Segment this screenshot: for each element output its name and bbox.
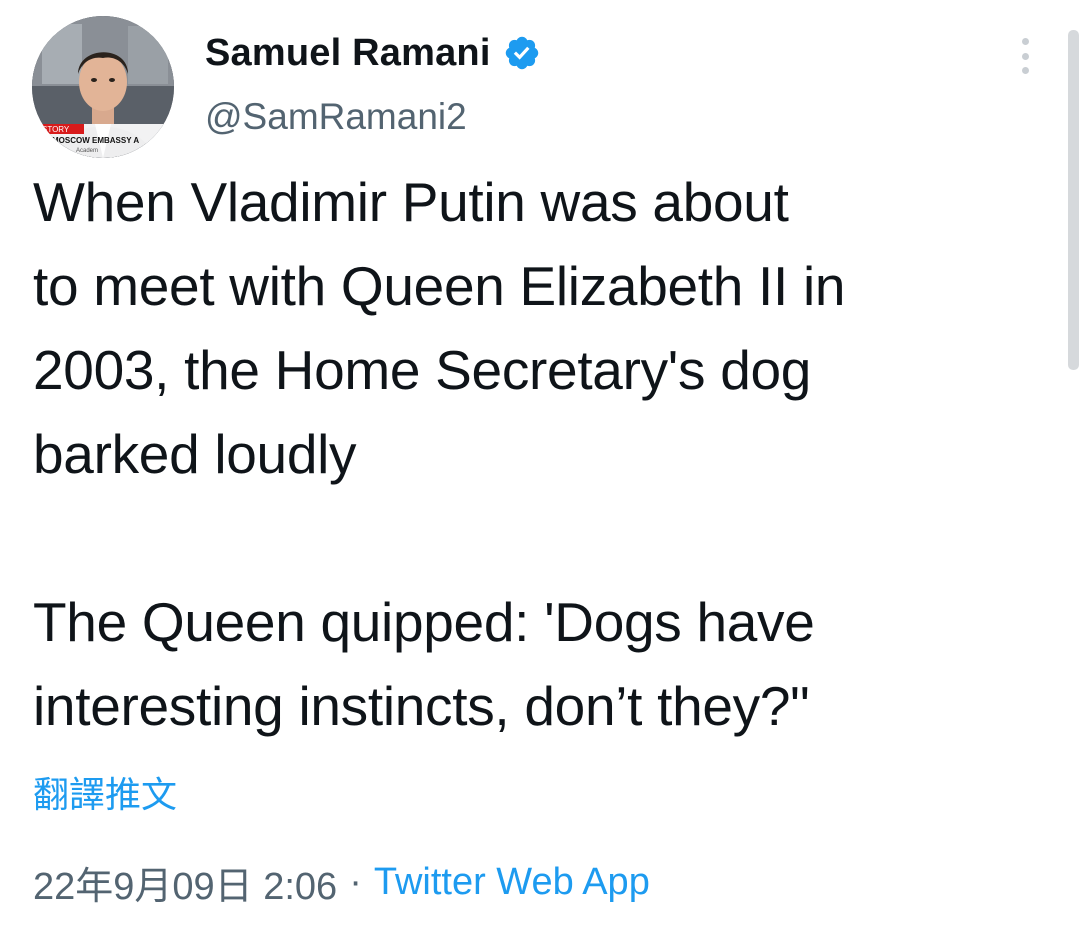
author-display-name[interactable]: Samuel Ramani — [205, 32, 491, 75]
avatar[interactable]: STORY MOSCOW EMBASSY A Academ — [32, 16, 174, 158]
meta-separator: · — [349, 861, 362, 903]
author-handle[interactable]: @SamRamani2 — [205, 96, 467, 138]
more-dot — [1021, 52, 1029, 60]
tweet-text: When Vladimir Putin was about to meet wi… — [33, 171, 846, 737]
avatar-overlay-text: Academ — [76, 148, 98, 154]
tweet-timestamp[interactable]: 22年9月09日 2:06 — [33, 855, 337, 910]
scrollbar[interactable] — [1068, 30, 1079, 370]
author-name-row: Samuel Ramani — [205, 28, 541, 78]
more-options-icon[interactable] — [1010, 36, 1040, 76]
more-dot — [1021, 38, 1029, 45]
avatar-overlay-text: STORY — [42, 125, 70, 134]
more-dot — [1021, 67, 1029, 74]
avatar-overlay-text: MOSCOW EMBASSY A — [52, 136, 139, 145]
tweet-meta: 22年9月09日 2:06 · Twitter Web App — [33, 855, 650, 910]
tweet-source-link[interactable]: Twitter Web App — [374, 861, 650, 904]
avatar-image: STORY MOSCOW EMBASSY A Academ — [32, 16, 174, 158]
verified-badge-icon — [503, 34, 541, 72]
translate-tweet-link[interactable]: 翻譯推文 — [33, 766, 177, 818]
